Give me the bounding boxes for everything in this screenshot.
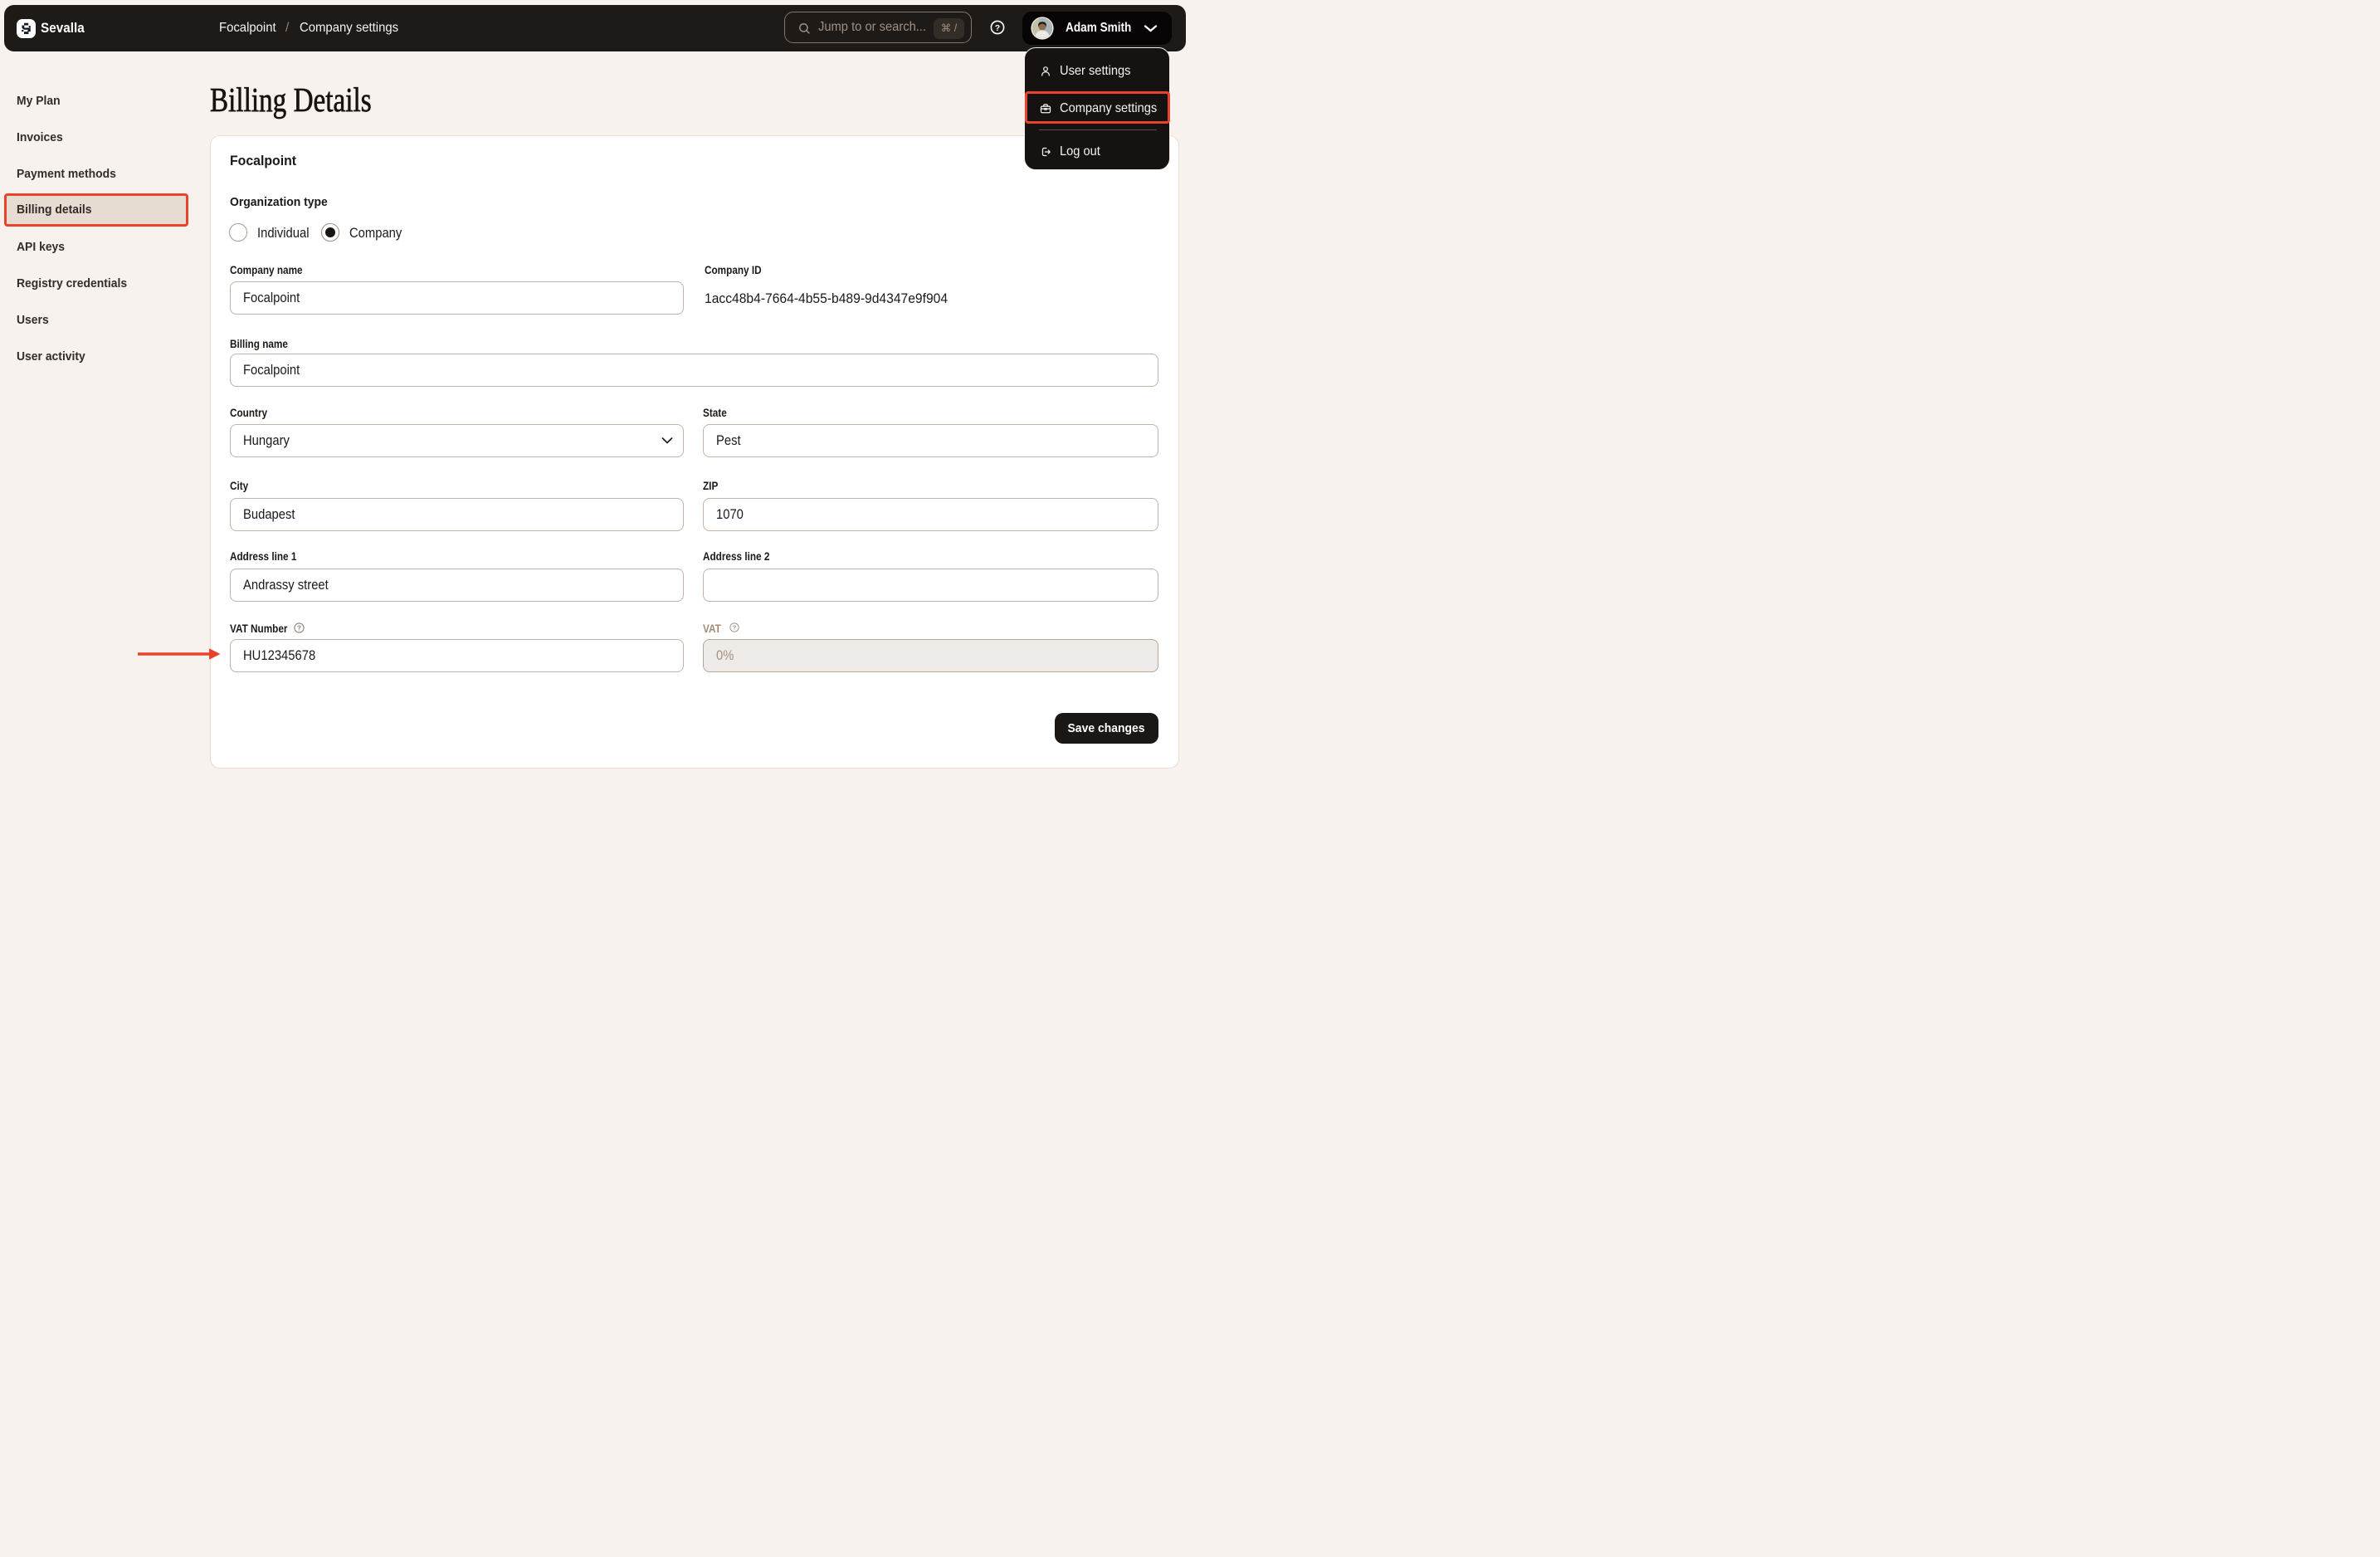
svg-text:?: ? [995, 23, 1000, 33]
svg-text:?: ? [733, 624, 737, 632]
svg-text:?: ? [297, 624, 301, 632]
